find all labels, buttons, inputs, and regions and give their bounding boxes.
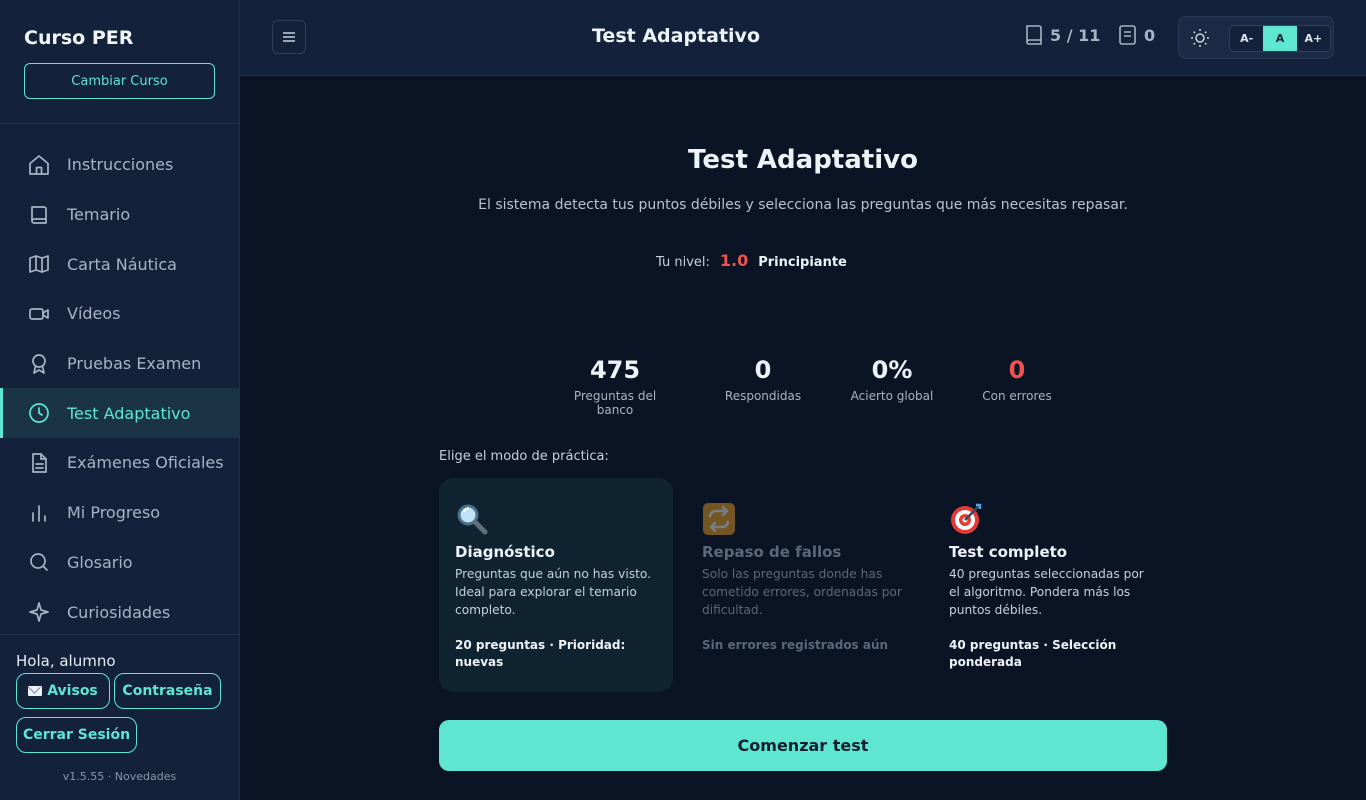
divider [0,634,239,635]
sidebar-item-instrucciones[interactable]: Instrucciones [0,140,239,190]
map-icon [27,252,51,276]
stat-value: 0 [754,356,772,384]
brand-title: Curso PER [24,27,134,49]
mode-title: Diagnóstico [455,543,555,561]
avisos-label: Avisos [47,683,98,699]
sidebar-item-curiosidades[interactable]: Curiosidades [0,587,239,637]
stat-value: 0 [1008,356,1026,384]
user-greeting: Hola, alumno [16,652,116,670]
sidebar-item-label: Instrucciones [67,155,174,175]
sidebar: Curso PER Cambiar Curso Instrucciones Te… [0,0,240,800]
sidebar-item-label: Glosario [67,552,133,572]
sidebar-item-label: Curiosidades [67,602,171,622]
sidebar-item-videos[interactable]: Vídeos [0,289,239,339]
sidebar-nav: Instrucciones Temario Carta Náutica Víde… [0,140,239,637]
clock-icon [27,401,51,425]
main-subtitle: El sistema detecta tus puntos débiles y … [478,197,1128,213]
sidebar-item-examenes-oficiales[interactable]: Exámenes Oficiales [0,438,239,488]
mode-footer: 20 preguntas · Prioridad: nuevas [455,638,626,669]
envelope-icon [28,686,43,696]
sidebar-item-label: Test Adaptativo [67,403,191,423]
user-level: Tu nivel: 1.0 Principiante [656,251,847,270]
mode-title: Repaso de fallos [702,543,842,561]
target-icon [949,502,1151,536]
stat-label: Respondidas [724,389,802,403]
password-button[interactable]: Contraseña [114,673,221,709]
magnifier-icon [455,502,657,536]
font-larger-button[interactable]: A+ [1297,26,1330,51]
stat-label: Acierto global [850,389,934,403]
divider [0,123,239,124]
mode-prompt: Elige el modo de práctica: [439,449,609,464]
mode-card-repaso-fallos[interactable]: Repaso de fallos Solo las preguntas dond… [686,478,920,692]
logout-button[interactable]: Cerrar Sesión [16,717,137,753]
search-icon [27,550,51,574]
docs-counter: 0 [1118,24,1155,46]
sidebar-item-label: Carta Náutica [67,254,177,274]
version-link[interactable]: v1.5.55 · Novedades [0,770,239,783]
stat-bank-questions: 475 Preguntas del banco [555,355,675,417]
sidebar-item-label: Vídeos [67,304,121,324]
mode-card-diagnostico[interactable]: Diagnóstico Preguntas que aún no has vis… [439,478,673,692]
document-icon [1119,25,1136,45]
sidebar-item-glosario[interactable]: Glosario [0,538,239,588]
bar-chart-icon [27,501,51,525]
avisos-button[interactable]: Avisos [16,673,110,709]
font-normal-button[interactable]: A [1263,26,1297,51]
mode-description: 40 preguntas seleccionadas por el algori… [949,567,1144,617]
stat-with-errors: 0 Con errores [980,355,1054,403]
stat-global-accuracy: 0% Acierto global [848,355,936,403]
award-icon [27,352,51,376]
start-test-button[interactable]: Comenzar test [439,720,1167,771]
page-title: Test Adaptativo [592,25,760,47]
display-settings: A- A A+ [1178,16,1334,59]
stat-value: 475 [589,356,641,384]
sidebar-item-label: Temario [67,205,131,225]
menu-toggle-button[interactable] [272,20,306,54]
mode-description: Solo las preguntas donde has cometido er… [702,567,902,617]
sidebar-item-test-adaptativo[interactable]: Test Adaptativo [0,388,239,439]
mode-title: Test completo [949,543,1068,561]
docs-count: 0 [1144,25,1156,45]
sidebar-item-label: Exámenes Oficiales [67,453,224,473]
font-smaller-button[interactable]: A- [1230,26,1263,51]
hamburger-icon [283,32,295,42]
stat-label: Preguntas del banco [573,389,657,417]
sun-icon[interactable] [1189,27,1211,49]
change-course-button[interactable]: Cambiar Curso [24,63,215,99]
repeat-icon [702,502,904,536]
topbar: Test Adaptativo 5 / 11 0 A- A A+ [240,0,1366,76]
sidebar-item-temario[interactable]: Temario [0,190,239,240]
document-icon [27,451,51,475]
stat-label: Con errores [982,389,1052,403]
sparkle-icon [27,600,51,624]
home-icon [27,153,51,177]
sidebar-item-mi-progreso[interactable]: Mi Progreso [0,488,239,538]
mode-description: Preguntas que aún no has visto. Ideal pa… [455,567,651,617]
sidebar-item-carta-nautica[interactable]: Carta Náutica [0,239,239,289]
main-title: Test Adaptativo [688,145,918,175]
font-size-selector: A- A A+ [1229,25,1331,52]
sidebar-item-label: Mi Progreso [67,503,161,523]
mode-footer: Sin errores registrados aún [702,638,889,652]
level-label: Tu nivel: [656,255,710,270]
book-icon [27,203,51,227]
lessons-count: 5 / 11 [1050,25,1101,45]
mode-card-test-completo[interactable]: Test completo 40 preguntas seleccionadas… [933,478,1167,692]
level-value: 1.0 [719,251,749,270]
sidebar-item-pruebas-examen[interactable]: Pruebas Examen [0,339,239,389]
lessons-progress: 5 / 11 [1024,24,1100,46]
mode-footer: 40 preguntas · Selección ponderada [949,638,1117,669]
sidebar-item-label: Pruebas Examen [67,354,202,374]
book-icon [1026,25,1042,45]
video-icon [27,302,51,326]
stat-answered: 0 Respondidas [722,355,804,403]
stat-value: 0% [871,356,913,384]
level-name: Principiante [758,255,847,270]
